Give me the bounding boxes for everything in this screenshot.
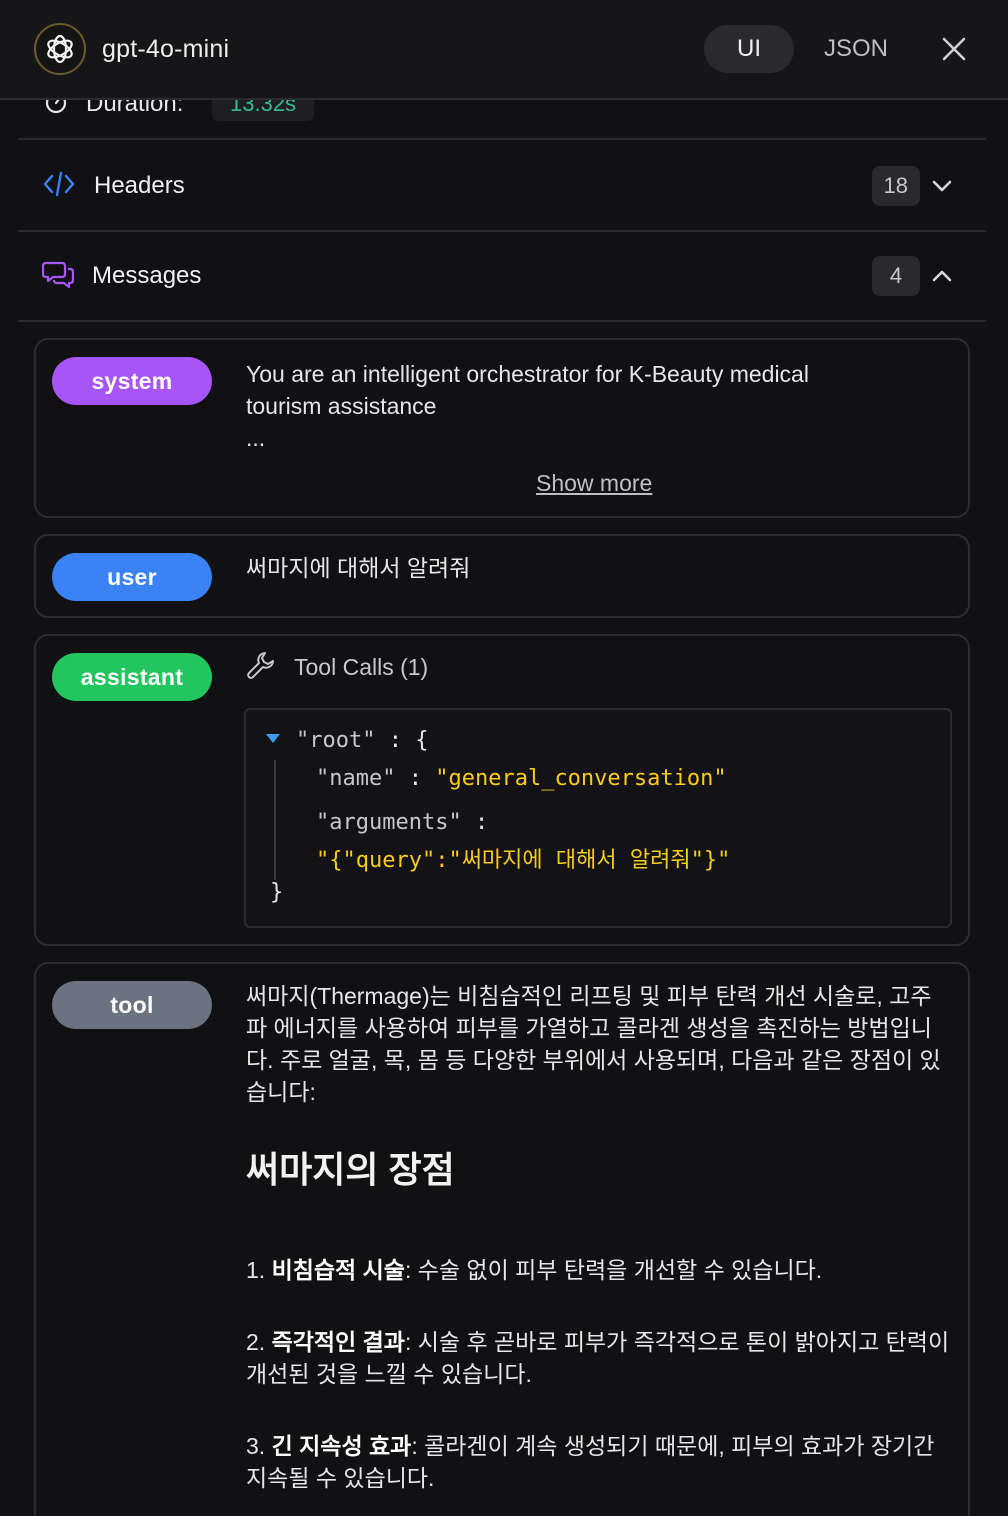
role-badge-system: system xyxy=(52,357,212,405)
top-bar: gpt-4o-mini UI JSON xyxy=(0,0,1008,100)
list-item: 1. 비침습적 시술: 수술 없이 피부 탄력을 개선할 수 있습니다. xyxy=(246,1257,823,1283)
json-root-key: "root" xyxy=(296,728,376,753)
message-card-user: user 써마지에 대해서 알려줘 xyxy=(34,534,970,618)
openai-logo-icon xyxy=(34,23,86,75)
message-card-assistant: assistant Tool Calls (1) "root" : { "nam… xyxy=(34,634,970,946)
messages-count-badge: 4 xyxy=(872,256,920,296)
json-name-line: "name" : "general_conversation" xyxy=(316,766,727,791)
tab-json[interactable]: JSON xyxy=(808,25,904,73)
close-button[interactable] xyxy=(934,29,974,69)
json-arguments-key: "arguments" xyxy=(316,810,462,835)
role-badge-user: user xyxy=(52,553,212,601)
wrench-icon xyxy=(246,650,276,685)
json-name-key: "name" xyxy=(316,766,396,791)
tool-heading: 써마지의 장점 xyxy=(246,1149,455,1190)
system-text-line2: tourism assistance xyxy=(246,393,437,419)
tab-ui[interactable]: UI xyxy=(704,25,794,73)
collapse-triangle-icon[interactable] xyxy=(266,734,280,743)
json-close-brace: } xyxy=(270,880,284,905)
role-badge-tool: tool xyxy=(52,981,212,1029)
chat-bubbles-icon xyxy=(41,259,75,294)
messages-section[interactable]: Messages 4 xyxy=(18,232,986,322)
system-text-ellipsis: ... xyxy=(246,425,266,451)
chevron-down-icon[interactable] xyxy=(926,170,958,202)
list-item: 3. 긴 지속성 효과: 콜라겐이 계속 생성되기 때문에, 피부의 효과가 장… xyxy=(246,1433,935,1491)
tool-intro-text: 써마지(Thermage)는 비침습적인 리프팅 및 피부 탄력 개선 시술로,… xyxy=(246,983,941,1105)
json-arguments-value: "{"query":"써마지에 대해서 알려줘"}" xyxy=(316,848,731,873)
json-arguments-value-line: "{"query":"써마지에 대해서 알려줘"}" xyxy=(316,842,730,874)
model-name: gpt-4o-mini xyxy=(102,34,230,63)
json-root-line: "root" : { xyxy=(296,728,429,753)
user-message-text: 써마지에 대해서 알려줘 xyxy=(246,555,471,581)
tool-calls-label: Tool Calls (1) xyxy=(294,654,429,680)
code-icon xyxy=(42,170,76,203)
headers-section[interactable]: Headers 18 xyxy=(18,142,986,232)
headers-count-badge: 18 xyxy=(871,166,920,206)
tool-calls-header: Tool Calls (1) xyxy=(246,650,428,685)
json-arguments-line: "arguments" : xyxy=(316,810,489,835)
system-message-text: You are an intelligent orchestrator for … xyxy=(246,358,950,454)
close-icon xyxy=(942,37,966,61)
message-card-system: system You are an intelligent orchestrat… xyxy=(34,338,970,518)
json-viewer: "root" : { "name" : "general_conversatio… xyxy=(244,708,952,928)
system-text-line1: You are an intelligent orchestrator for … xyxy=(246,361,809,387)
json-name-value: "general_conversation" xyxy=(435,766,727,791)
json-indent-guide xyxy=(274,760,276,880)
chevron-up-icon[interactable] xyxy=(926,260,958,292)
headers-title: Headers xyxy=(94,172,185,199)
show-more-link[interactable]: Show more xyxy=(536,470,652,497)
tool-message-content: 써마지(Thermage)는 비침습적인 리프팅 및 피부 탄력 개선 시술로,… xyxy=(246,980,952,1516)
list-item: 2. 즉각적인 결과: 시술 후 곧바로 피부가 즉각적으로 톤이 밝아지고 탄… xyxy=(246,1329,950,1387)
role-badge-assistant: assistant xyxy=(52,653,212,701)
message-card-tool: tool 써마지(Thermage)는 비침습적인 리프팅 및 피부 탄력 개선… xyxy=(34,962,970,1516)
messages-title: Messages xyxy=(92,262,202,289)
